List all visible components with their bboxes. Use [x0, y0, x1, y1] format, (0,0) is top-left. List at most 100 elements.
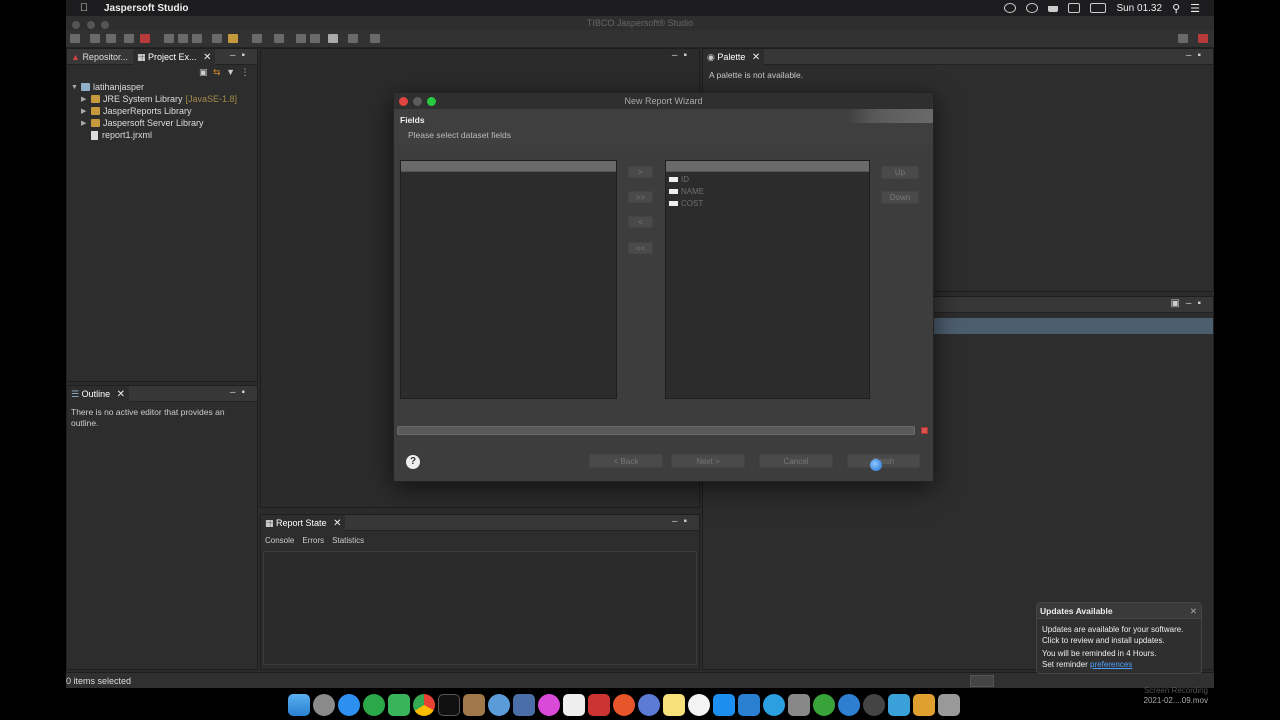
notification-center-icon[interactable]: ☰ — [1190, 2, 1200, 15]
panel-minmax-controls[interactable]: –▪ — [230, 49, 251, 65]
tree-item-jasperreports[interactable]: ▶ JasperReports Library — [81, 105, 192, 117]
app-menu-name[interactable]: Jaspersoft Studio — [104, 3, 188, 14]
tree-item-jre[interactable]: ▶ JRE System Library [JavaSE-1.8] — [81, 93, 237, 105]
cancel-button[interactable]: Cancel — [759, 454, 833, 468]
close-tab-icon[interactable]: ✕ — [752, 52, 760, 63]
expand-arrow-icon[interactable]: ▼ — [71, 84, 81, 91]
panel-minmax-controls[interactable]: –▪ — [672, 515, 693, 531]
maps-icon[interactable] — [388, 693, 410, 716]
preview-icon[interactable] — [178, 34, 188, 43]
add-all-fields-button[interactable]: >> — [628, 191, 653, 203]
next-button[interactable]: Next > — [671, 454, 745, 468]
tree-item-report-file[interactable]: report1.jrxml — [91, 129, 152, 141]
vscode-icon[interactable] — [738, 693, 760, 716]
terminal-icon[interactable] — [438, 693, 460, 716]
back-nav-icon[interactable] — [296, 34, 306, 43]
jaspersoft-perspective-icon[interactable] — [1198, 34, 1208, 43]
help-icon[interactable]: ? — [406, 455, 420, 469]
notes-icon[interactable] — [663, 693, 685, 716]
editor-minmax-controls[interactable]: –▪ — [672, 49, 693, 65]
compass-app-icon[interactable] — [613, 693, 635, 716]
print-icon[interactable] — [124, 34, 134, 43]
panel-minmax-controls[interactable]: –▪ — [230, 386, 251, 402]
list-item[interactable]: ID — [669, 173, 689, 185]
add-field-button[interactable]: > — [628, 166, 653, 178]
close-tab-icon[interactable]: ✕ — [117, 389, 125, 400]
battery-icon[interactable] — [1090, 3, 1107, 13]
edge-icon[interactable] — [838, 693, 860, 716]
app-store-icon[interactable] — [713, 693, 735, 716]
postgres-icon[interactable] — [513, 693, 535, 716]
stop-progress-icon[interactable] — [921, 427, 928, 434]
available-fields-list[interactable] — [400, 160, 617, 399]
dialog-close-icon[interactable] — [399, 97, 408, 106]
github-icon[interactable] — [863, 693, 885, 716]
new-icon[interactable] — [70, 34, 80, 43]
save-all-icon[interactable] — [106, 34, 116, 43]
chrome-icon[interactable] — [413, 693, 435, 716]
remove-field-button[interactable]: < — [628, 216, 653, 228]
finder-icon[interactable] — [288, 693, 310, 716]
database-icon[interactable] — [488, 693, 510, 716]
link-editor-icon[interactable]: ⇆ — [213, 67, 221, 77]
forward-nav-icon[interactable] — [310, 34, 320, 43]
back-arrow-icon[interactable] — [328, 34, 338, 43]
tab-palette[interactable]: ◉ Palette ✕ — [703, 49, 765, 65]
close-window-icon[interactable] — [72, 21, 80, 29]
tree-item-server-library[interactable]: ▶ Jaspersoft Server Library — [81, 117, 204, 129]
subtab-errors[interactable]: Errors — [302, 536, 324, 545]
xcode-icon[interactable] — [888, 693, 910, 716]
apple-icon[interactable]:  — [76, 2, 92, 14]
save-icon[interactable] — [90, 34, 100, 43]
collapsed-arrow-icon[interactable]: ▶ — [81, 107, 91, 115]
forward-arrow-icon[interactable] — [348, 34, 358, 43]
system-preferences-icon[interactable] — [788, 693, 810, 716]
input-source-icon[interactable] — [1068, 3, 1081, 13]
update-notification[interactable]: Updates Available ✕ Updates are availabl… — [1036, 602, 1202, 674]
r-app-icon[interactable] — [638, 693, 660, 716]
remove-all-fields-button[interactable]: << — [628, 242, 653, 254]
menubar-clock[interactable]: Sun 01.32 — [1116, 3, 1162, 14]
close-tab-icon[interactable]: ✕ — [333, 518, 341, 529]
stop-icon[interactable] — [140, 34, 150, 43]
window-icon[interactable] — [370, 34, 380, 43]
tab-repository[interactable]: ▲ Repositor... — [67, 49, 132, 65]
panel-minmax-controls[interactable]: ▣–▪ — [1170, 297, 1207, 313]
list-item[interactable]: NAME — [669, 185, 704, 197]
edit-icon[interactable] — [192, 34, 202, 43]
console-area[interactable] — [263, 551, 697, 665]
notification-close-icon[interactable]: ✕ — [1190, 603, 1197, 619]
tab-report-state[interactable]: ▦ Report State ✕ — [261, 515, 346, 531]
green-app-icon[interactable] — [363, 693, 385, 716]
perspective-icon[interactable] — [1178, 34, 1188, 43]
compile-icon[interactable] — [164, 34, 174, 43]
back-button[interactable]: < Back — [589, 454, 663, 468]
subtab-console[interactable]: Console — [265, 536, 294, 545]
align-icon[interactable] — [252, 34, 262, 43]
flower-app-icon[interactable] — [538, 693, 560, 716]
spotlight-icon[interactable]: ⚲ — [1172, 2, 1180, 15]
move-up-button[interactable]: Up — [881, 166, 919, 179]
dialog-zoom-icon[interactable] — [427, 97, 436, 106]
tab-outline[interactable]: ☰ Outline ✕ — [67, 386, 130, 402]
red-app-icon[interactable] — [588, 693, 610, 716]
utorrent-icon[interactable] — [813, 693, 835, 716]
sync-icon[interactable] — [1004, 3, 1017, 13]
list-item[interactable]: COST — [669, 197, 703, 209]
collapsed-arrow-icon[interactable]: ▶ — [81, 95, 91, 103]
launchpad-icon[interactable] — [313, 693, 335, 716]
minimize-window-icon[interactable] — [86, 21, 95, 29]
zoom-window-icon[interactable] — [101, 21, 110, 29]
view-menu-icon[interactable]: ⋮ — [241, 67, 250, 77]
brush-icon[interactable] — [228, 34, 238, 43]
filter-icon[interactable]: ▼ — [226, 67, 235, 77]
collapsed-arrow-icon[interactable]: ▶ — [81, 119, 91, 127]
cloud-icon[interactable] — [1026, 3, 1039, 13]
wifi-icon[interactable] — [1048, 4, 1059, 12]
panel-minmax-controls[interactable]: –▪ — [1186, 49, 1207, 65]
finish-button[interactable]: Finish — [847, 454, 920, 468]
music-icon[interactable] — [688, 693, 710, 716]
telegram-icon[interactable] — [763, 693, 785, 716]
notes-brown-icon[interactable] — [463, 693, 485, 716]
collapse-all-icon[interactable]: ▣ — [199, 67, 208, 77]
